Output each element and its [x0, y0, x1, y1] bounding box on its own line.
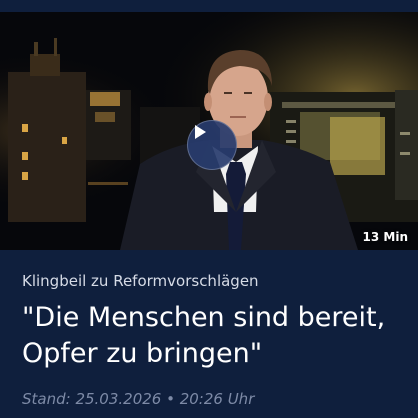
play-button[interactable] — [187, 120, 237, 170]
play-icon — [195, 125, 206, 139]
top-navigation-bar — [0, 0, 418, 12]
article-headline[interactable]: "Die Menschen sind bereit, Opfer zu brin… — [22, 300, 402, 372]
article-topic[interactable]: Klingbeil zu Reformvorschlägen — [22, 272, 259, 290]
video-player[interactable]: 13 Min — [0, 12, 418, 250]
article-timestamp: Stand: 25.03.2026 • 20:26 Uhr — [22, 390, 255, 408]
video-duration: 13 Min — [362, 230, 408, 244]
home-icon[interactable] — [38, 0, 56, 6]
